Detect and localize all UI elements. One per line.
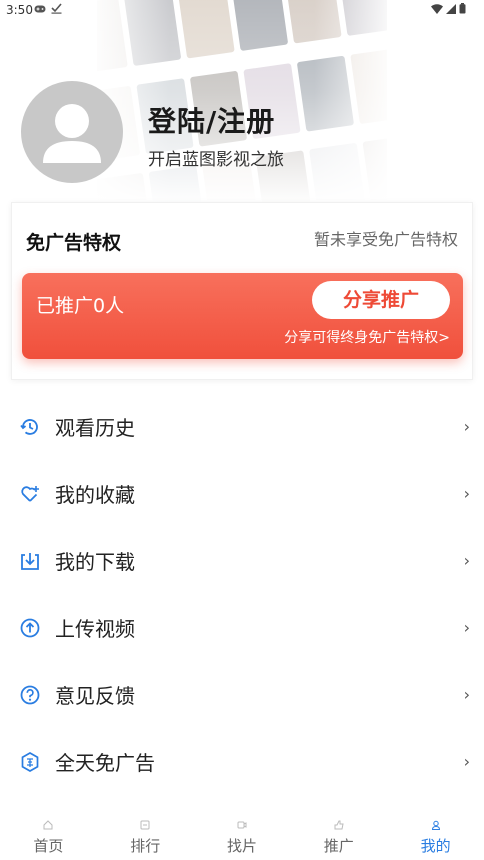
default-user-icon [43,104,101,163]
menu-item-feedback[interactable]: 意见反馈 › [0,661,484,728]
status-right-icons [431,3,466,14]
chevron-right-icon: › [463,752,470,771]
status-time: 3:50 [6,3,33,17]
menu-label: 意见反馈 [55,684,135,708]
download-icon [21,552,39,570]
gamepad-icon [34,5,46,12]
nav-label: 排行 [130,837,161,855]
menu-item-upload-video[interactable]: 上传视频 › [0,594,484,661]
wifi-icon [431,3,443,14]
user-icon [431,820,440,830]
home-icon [43,820,53,830]
ad-free-privilege-card: 免广告特权 暂未享受免广告特权 已推广0人 分享推广 分享可得终身免广告特权> [11,202,473,380]
nav-label: 找片 [226,837,257,855]
nav-tab-mine[interactable]: 我的 [387,812,484,860]
nav-label: 推广 [323,837,354,855]
nav-label: 首页 [33,837,64,855]
promotion-hint-link[interactable]: 分享可得终身免广告特权> [284,327,450,347]
promotion-count: 已推广0人 [36,295,125,317]
status-bar: 3:50 [0,0,484,22]
menu-label: 全天免广告 [55,751,155,775]
promote-icon [334,820,344,830]
nav-label: 我的 [420,837,451,855]
menu-label: 我的下载 [55,550,135,574]
bottom-navigation: 首页 排行 找片 推广 我的 [0,812,484,860]
login-subtitle: 开启蓝图影视之旅 [148,150,284,170]
menu-item-favorites[interactable]: 我的收藏 › [0,460,484,527]
privilege-status: 暂未享受免广告特权 [313,230,458,249]
nav-tab-rank[interactable]: 排行 [97,812,194,860]
favorite-heart-icon [21,485,39,502]
status-left-icons [34,3,62,14]
nav-tab-home[interactable]: 首页 [0,812,97,860]
video-search-icon [237,821,247,829]
chevron-right-icon: › [463,551,470,570]
download-done-icon [51,3,62,14]
avatar[interactable] [21,81,123,183]
menu-item-downloads[interactable]: 我的下载 › [0,527,484,594]
nav-tab-promote[interactable]: 推广 [290,812,387,860]
ad-free-badge-icon [21,751,39,772]
help-question-icon [20,685,40,704]
history-icon [20,418,38,435]
login-register-link[interactable]: 登陆/注册 [148,100,275,140]
rank-icon [140,820,150,830]
nav-tab-find-video[interactable]: 找片 [194,812,291,860]
menu-label: 上传视频 [55,617,135,641]
signal-icon [446,3,456,14]
menu-item-ad-free-all-day[interactable]: 全天免广告 › [0,728,484,795]
menu-item-watch-history[interactable]: 观看历史 › [0,393,484,460]
promotion-box: 已推广0人 分享推广 分享可得终身免广告特权> [22,273,463,359]
battery-icon [459,3,466,14]
privilege-title: 免广告特权 [26,232,122,254]
menu-label: 观看历史 [55,416,135,440]
chevron-right-icon: › [463,417,470,436]
chevron-right-icon: › [463,618,470,637]
share-promote-button[interactable]: 分享推广 [312,281,450,319]
chevron-right-icon: › [463,484,470,503]
upload-icon [20,618,40,637]
chevron-right-icon: › [463,685,470,704]
menu-label: 我的收藏 [55,483,135,507]
